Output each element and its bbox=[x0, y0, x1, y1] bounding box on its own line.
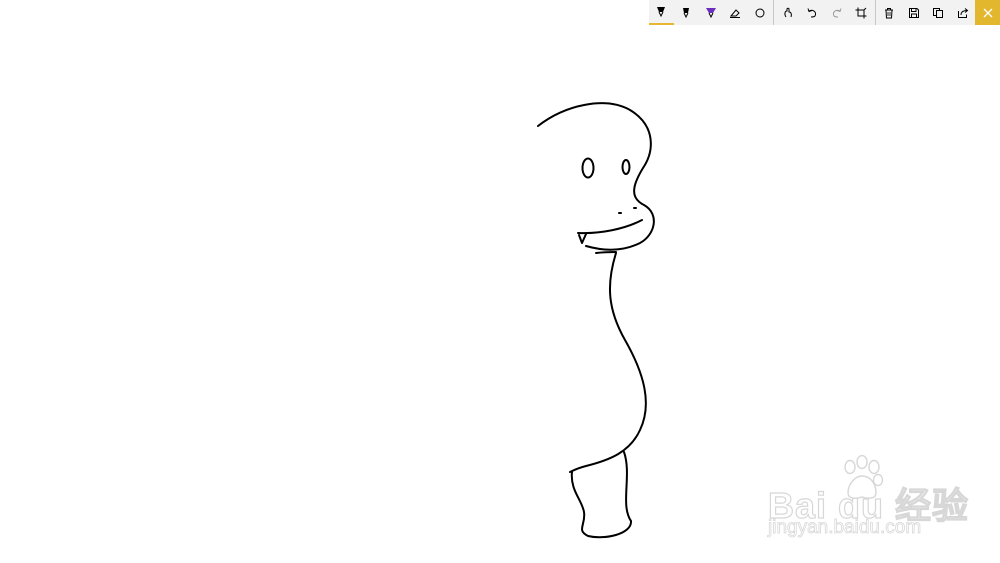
highlighter-icon bbox=[705, 7, 716, 18]
toolbar-separator bbox=[773, 0, 775, 25]
sketch-tail bbox=[570, 451, 633, 539]
share-icon bbox=[957, 7, 969, 18]
share-button[interactable] bbox=[951, 0, 976, 25]
sketch-mouth bbox=[577, 219, 643, 235]
sketch-head-outline bbox=[537, 102, 655, 251]
eraser-button[interactable] bbox=[723, 0, 748, 25]
close-button[interactable] bbox=[975, 0, 1000, 25]
sketch-jaw bbox=[595, 251, 617, 254]
undo-button[interactable] bbox=[800, 0, 825, 25]
highlighter-button[interactable] bbox=[698, 0, 723, 25]
save-icon bbox=[908, 7, 919, 18]
clear-canvas-button[interactable] bbox=[877, 0, 902, 25]
trash-icon bbox=[885, 7, 894, 18]
watermark-url: jingyan.baidu.com bbox=[768, 517, 922, 539]
touch-writing-icon bbox=[783, 7, 792, 17]
close-icon bbox=[983, 8, 993, 17]
crop-button[interactable] bbox=[849, 0, 874, 25]
redo-icon bbox=[832, 7, 842, 17]
copy-icon bbox=[933, 7, 944, 18]
save-button[interactable] bbox=[901, 0, 926, 25]
undo-icon bbox=[807, 7, 817, 17]
baidu-paw-logo bbox=[844, 455, 884, 499]
crop-icon bbox=[855, 7, 867, 18]
pencil-button[interactable] bbox=[674, 0, 699, 25]
copy-button[interactable] bbox=[926, 0, 951, 25]
sketch-left-eye bbox=[581, 157, 595, 179]
eraser-icon bbox=[730, 8, 741, 18]
ballpoint-pen-button[interactable] bbox=[649, 0, 674, 25]
touch-writing-button[interactable] bbox=[775, 0, 800, 25]
redo-button[interactable] bbox=[824, 0, 849, 25]
ruler-button[interactable] bbox=[748, 0, 773, 25]
baidu-jingyan-watermark: Bai du 经验 jingyan.baidu.com bbox=[767, 455, 969, 545]
sketch-right-eye bbox=[621, 159, 631, 175]
sketch-fang bbox=[578, 233, 587, 244]
screen-sketch-window: Bai du 经验 jingyan.baidu.com bbox=[0, 0, 1000, 563]
toolbar-separator bbox=[874, 0, 876, 25]
pencil-icon bbox=[682, 7, 689, 18]
ruler-icon bbox=[755, 8, 765, 17]
ballpoint-pen-icon bbox=[657, 6, 666, 17]
drawing-toolbar bbox=[649, 0, 1000, 25]
sketch-body bbox=[569, 252, 647, 473]
